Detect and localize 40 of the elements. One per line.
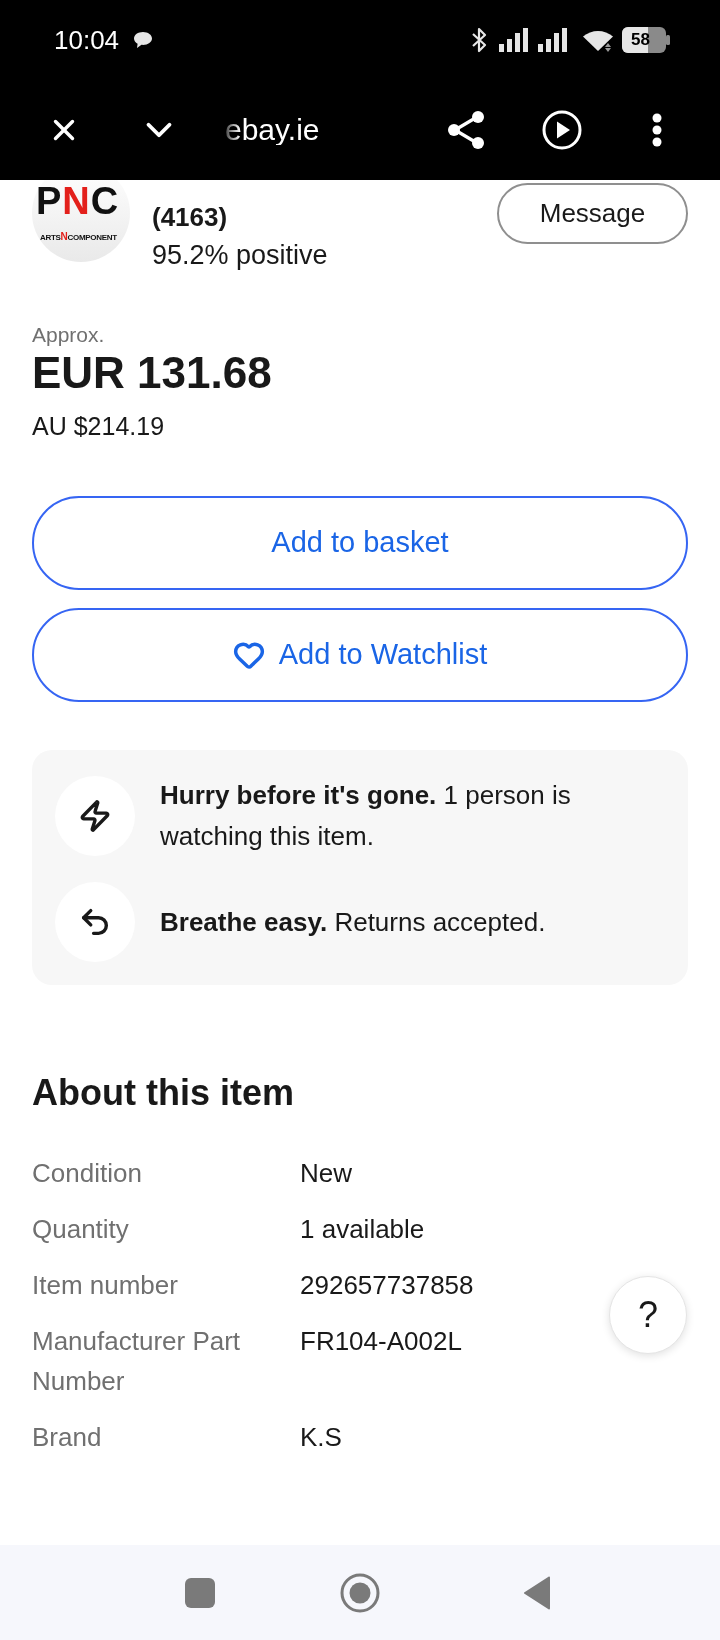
add-to-basket-button[interactable]: Add to basket — [32, 496, 688, 590]
positive-rating: 95.2% positive — [152, 239, 328, 272]
chat-bubble-icon — [133, 31, 154, 49]
share-icon[interactable] — [447, 110, 485, 150]
approx-label: Approx. — [32, 322, 106, 348]
spec-value: FR104-A002L — [300, 1325, 463, 1358]
spec-label: Quantity — [32, 1213, 130, 1246]
url-text[interactable]: ebay.ie — [225, 115, 320, 145]
more-options-icon[interactable] — [652, 113, 662, 147]
spec-value: K.S — [300, 1421, 343, 1454]
feedback-count: (4163) — [152, 201, 229, 234]
clock-time: 10:04 — [54, 27, 120, 53]
signal-icon — [499, 28, 529, 52]
home-circle-icon[interactable] — [340, 1572, 380, 1613]
spec-label: Manufacturer Part Number — [32, 1325, 242, 1398]
battery-icon — [622, 27, 670, 53]
logo-tagline: ARTSNCOMPONENT — [40, 232, 117, 243]
spec-value: 292657737858 — [300, 1269, 475, 1302]
add-to-watchlist-button[interactable]: Add to Watchlist — [32, 608, 688, 702]
help-button[interactable]: ? — [609, 1276, 687, 1354]
heart-icon — [232, 639, 265, 671]
logo-letters: PNC — [36, 182, 120, 220]
signal-icon — [538, 28, 568, 52]
section-heading: About this item — [32, 1071, 295, 1115]
recents-square-icon[interactable] — [185, 1577, 215, 1608]
highlight-text: Breathe easy. Returns accepted. — [160, 905, 546, 939]
bluetooth-icon — [471, 26, 487, 54]
price-amount: EUR 131.68 — [32, 348, 273, 398]
converted-price: AU $214.19 — [32, 411, 166, 442]
battery-percent: 58 — [631, 30, 650, 50]
wifi-icon — [582, 28, 614, 52]
play-circle-icon[interactable] — [542, 110, 582, 150]
spec-value: 1 available — [300, 1213, 426, 1246]
spec-label: Brand — [32, 1421, 103, 1454]
message-button[interactable]: Message — [497, 183, 688, 244]
spec-label: Item number — [32, 1269, 179, 1302]
back-triangle-icon[interactable] — [523, 1575, 551, 1610]
spec-value: New — [300, 1157, 353, 1190]
spec-label: Condition — [32, 1157, 143, 1190]
highlight-text: Hurry before it's gone. 1 person is watching this item. — [160, 779, 572, 853]
